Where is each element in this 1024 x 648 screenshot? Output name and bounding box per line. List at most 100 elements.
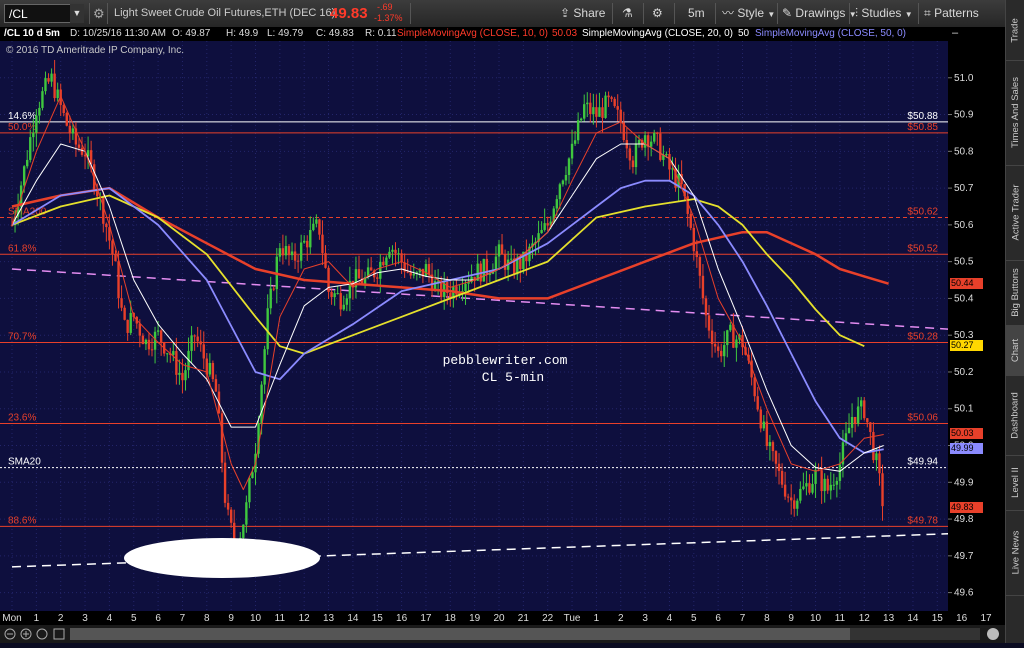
patterns-button[interactable]: ⌗ Patterns bbox=[924, 0, 979, 27]
candle-body bbox=[583, 104, 585, 118]
candle-body bbox=[790, 498, 792, 501]
sma10-label[interactable]: SimpleMovingAvg (CLOSE, 10, 0) bbox=[397, 27, 548, 41]
x-tick-label: 9 bbox=[788, 613, 794, 624]
sma20-label[interactable]: SimpleMovingAvg (CLOSE, 20, 0) bbox=[582, 27, 733, 41]
tab-active-trader[interactable]: Active Trader bbox=[1006, 165, 1024, 261]
zoom-icon[interactable] bbox=[37, 629, 47, 639]
x-tick-label: 10 bbox=[250, 613, 262, 624]
expand-icon[interactable] bbox=[987, 628, 999, 640]
candle-body bbox=[425, 264, 427, 276]
studies-button[interactable]: ⫶ Studies ▼ bbox=[855, 0, 913, 27]
tab-label: Times And Sales bbox=[1010, 77, 1021, 148]
sma50-label[interactable]: SimpleMovingAvg (CLOSE, 50, 0) bbox=[755, 27, 906, 41]
highlight-ellipse bbox=[124, 538, 320, 578]
chart-area[interactable]: 14.6%$50.8850.0%$50.85SMA200$50.6261.8%$… bbox=[0, 41, 948, 611]
share-icon: ⇪ bbox=[560, 6, 570, 20]
zoom-in-icon[interactable] bbox=[21, 629, 31, 639]
candle-body bbox=[784, 485, 786, 497]
candle-body bbox=[830, 485, 832, 491]
tab-dashboard[interactable]: Dashboard bbox=[1006, 375, 1024, 456]
share-button[interactable]: ⇪ Share bbox=[560, 0, 605, 27]
drawing-tool-icon[interactable] bbox=[54, 629, 64, 639]
candle-body bbox=[69, 126, 71, 134]
candle-body bbox=[117, 261, 119, 298]
candle-body bbox=[644, 135, 646, 147]
settings-gear-icon[interactable]: ⚙ bbox=[652, 0, 663, 27]
bottom-controls bbox=[0, 625, 1005, 643]
candle-body bbox=[105, 224, 107, 227]
tab-level-ii[interactable]: Level II bbox=[1006, 455, 1024, 511]
candle-body bbox=[245, 502, 247, 524]
level-right-label: $49.94 bbox=[907, 457, 938, 468]
candle-body bbox=[586, 103, 588, 105]
tab-label: Live News bbox=[1010, 531, 1021, 575]
x-tick-label: 11 bbox=[835, 613, 846, 624]
flask-icon[interactable]: ⚗ bbox=[622, 0, 633, 27]
tab-times-and-sales[interactable]: Times And Sales bbox=[1006, 60, 1024, 166]
bar-range: R: 0.11 bbox=[365, 27, 397, 41]
candle-body bbox=[376, 277, 378, 278]
tab-big-buttons[interactable]: Big Buttons bbox=[1006, 260, 1024, 326]
x-tick-label: 16 bbox=[956, 613, 968, 624]
x-tick-label: 18 bbox=[445, 613, 457, 624]
candle-body bbox=[613, 99, 615, 106]
candle-body bbox=[175, 351, 177, 375]
time-axis[interactable]: Mon12345678910111213141516171819202122Tu… bbox=[0, 611, 1005, 625]
x-tick-label: 4 bbox=[667, 613, 673, 624]
chevron-down-icon: ▼ bbox=[767, 10, 775, 19]
tab-chart[interactable]: Chart bbox=[1006, 325, 1024, 376]
candle-body bbox=[665, 154, 667, 155]
minus-icon[interactable]: – bbox=[952, 27, 958, 39]
candle-body bbox=[294, 251, 296, 260]
candle-body bbox=[775, 451, 777, 464]
price-tag: 50.27 bbox=[950, 340, 983, 351]
candle-body bbox=[50, 74, 52, 82]
x-tick-label: 2 bbox=[618, 613, 624, 624]
candle-body bbox=[760, 410, 762, 429]
level-left-label: 50.0% bbox=[8, 122, 36, 133]
candle-body bbox=[860, 400, 862, 406]
bottom-scrollbar bbox=[0, 625, 1005, 643]
candle-body bbox=[610, 97, 612, 99]
candle-body bbox=[635, 143, 637, 167]
style-button[interactable]: 〰 Style ▼ bbox=[722, 0, 775, 27]
candle-body bbox=[279, 248, 281, 257]
price-chart[interactable]: 14.6%$50.8850.0%$50.85SMA200$50.6261.8%$… bbox=[0, 41, 948, 611]
level-left-label: 61.8% bbox=[8, 243, 36, 254]
candle-body bbox=[833, 485, 835, 486]
candle-body bbox=[802, 486, 804, 488]
chevron-down-icon[interactable]: ▼ bbox=[70, 4, 84, 23]
scrollbar-thumb[interactable] bbox=[70, 628, 850, 640]
x-tick-label: 12 bbox=[859, 613, 871, 624]
candle-body bbox=[288, 246, 290, 255]
candle-body bbox=[617, 106, 619, 110]
candle-body bbox=[120, 298, 122, 308]
top-toolbar: /CL ▼ ⚙ Light Sweet Crude Oil Futures,ET… bbox=[0, 0, 1024, 28]
candle-body bbox=[266, 308, 268, 349]
interval-button[interactable]: 5m bbox=[688, 0, 705, 27]
gear-icon[interactable]: ⚙ bbox=[93, 0, 105, 27]
price-axis[interactable]: 49.649.749.849.950.050.150.250.350.450.5… bbox=[948, 27, 1005, 611]
zoom-out-icon[interactable] bbox=[5, 629, 15, 639]
candle-body bbox=[878, 453, 880, 473]
patterns-icon: ⌗ bbox=[924, 6, 931, 20]
tab-trade[interactable]: Trade bbox=[1006, 0, 1024, 61]
candle-body bbox=[78, 145, 80, 148]
candle-body bbox=[589, 103, 591, 114]
candle-body bbox=[270, 289, 272, 309]
last-price: 49.83 bbox=[330, 0, 368, 27]
y-tick-label: 50.2 bbox=[954, 367, 974, 378]
candle-body bbox=[318, 219, 320, 234]
x-tick-label: Mon bbox=[2, 613, 21, 624]
tab-live-news[interactable]: Live News bbox=[1006, 510, 1024, 596]
x-tick-label: 1 bbox=[594, 613, 600, 624]
right-sidebar: Trade Times And Sales Active TraderBig But… bbox=[1005, 0, 1024, 643]
candle-body bbox=[519, 259, 521, 269]
x-tick-label: 2 bbox=[58, 613, 64, 624]
candle-body bbox=[543, 223, 545, 230]
candle-body bbox=[291, 251, 293, 255]
candle-body bbox=[763, 422, 765, 429]
x-tick-label: 20 bbox=[493, 613, 505, 624]
drawings-button[interactable]: ✎ Drawings ▼ bbox=[782, 0, 857, 27]
candle-body bbox=[242, 525, 244, 538]
